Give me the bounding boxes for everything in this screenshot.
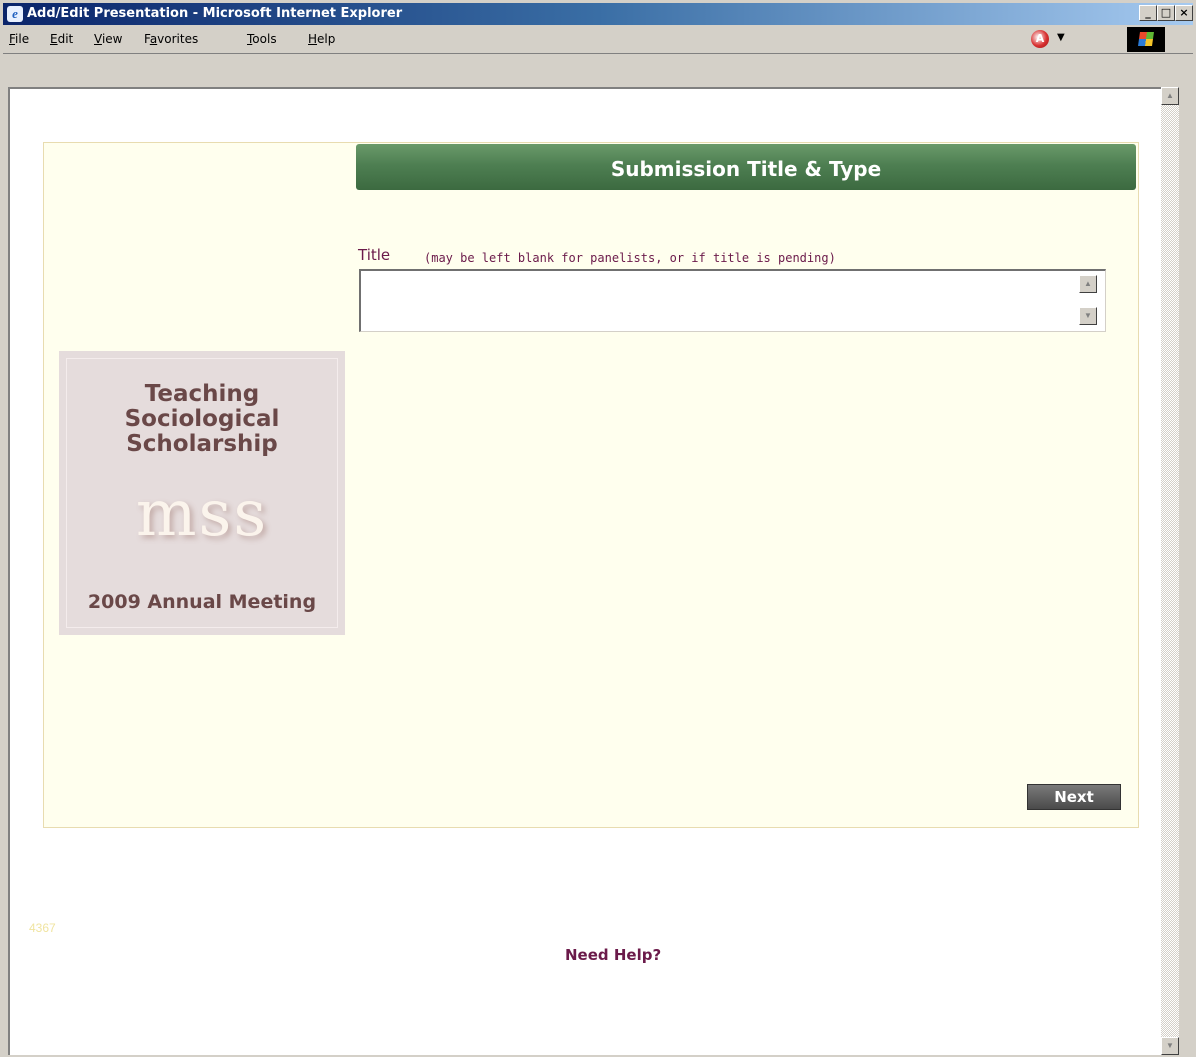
form-panel: Submission Title & Type Title (may be le… [43,142,1139,828]
section-header: Submission Title & Type [356,144,1136,190]
logo-title: Teaching Sociological Scholarship [124,381,280,457]
textarea-scrollbar[interactable]: ▲ ▼ [1079,275,1097,327]
menu-file[interactable]: File [9,32,29,46]
menu-tools[interactable]: Tools [247,32,277,46]
maximize-button[interactable]: □ [1157,5,1175,21]
page-id: 4367 [29,921,56,935]
ie-icon: e [7,6,23,22]
scroll-down-icon[interactable]: ▼ [1161,1037,1179,1055]
next-button[interactable]: Next [1027,784,1121,810]
scroll-down-icon[interactable]: ▼ [1079,307,1097,325]
menu-help[interactable]: Help [308,32,335,46]
windows-logo-icon [1127,27,1165,52]
window-title: Add/Edit Presentation - Microsoft Intern… [27,6,403,21]
logo-meeting: 2009 Annual Meeting [87,591,317,613]
acrobat-icon[interactable]: A [1031,30,1049,48]
menu-edit[interactable]: Edit [50,32,73,46]
title-bar[interactable]: e Add/Edit Presentation - Microsoft Inte… [3,3,1193,25]
menu-favorites[interactable]: Favorites [144,32,198,46]
title-hint: (may be left blank for panelists, or if … [424,251,836,265]
title-textarea-frame: ▲ ▼ [359,269,1106,332]
browser-window: e Add/Edit Presentation - Microsoft Inte… [0,0,1196,1057]
section-title: Submission Title & Type [610,157,882,181]
page-viewport: Submission Title & Type Title (may be le… [8,87,1161,1055]
page-scrollbar[interactable]: ▲ ▼ [1161,87,1179,1055]
logo-mark: mss [135,477,269,551]
meeting-logo: Teaching Sociological Scholarship mss 20… [59,351,345,635]
minimize-button[interactable]: _ [1139,5,1157,21]
menu-view[interactable]: View [94,32,122,46]
title-textarea[interactable] [361,271,1081,331]
chevron-down-icon[interactable]: ▼ [1057,32,1065,43]
menu-bar: File Edit View Favorites Tools Help A ▼ [3,27,1193,54]
title-label: Title [358,246,391,264]
scroll-up-icon[interactable]: ▲ [1079,275,1097,293]
scroll-up-icon[interactable]: ▲ [1161,87,1179,105]
need-help-link[interactable]: Need Help? [565,946,661,964]
close-button[interactable]: × [1175,5,1193,21]
